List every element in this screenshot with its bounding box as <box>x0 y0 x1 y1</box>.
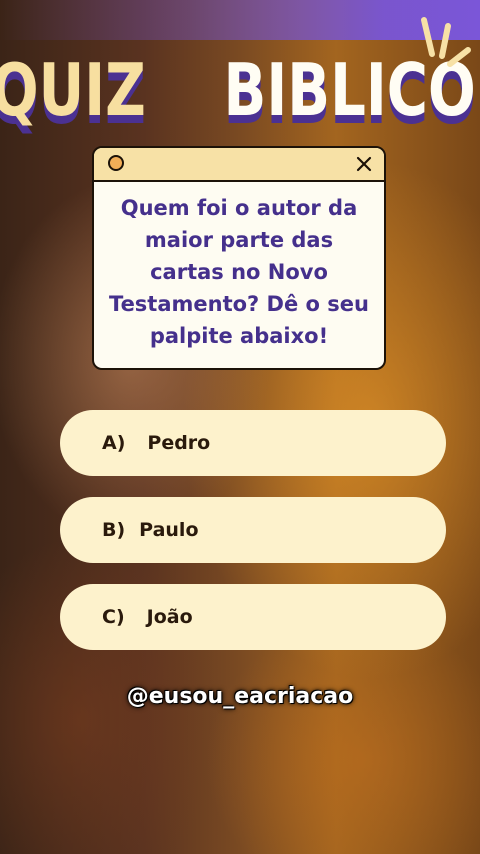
question-card: Quem foi o autor da maior parte das cart… <box>92 146 386 370</box>
option-b[interactable]: B) Paulo <box>60 497 446 563</box>
circle-dot-icon <box>108 155 124 171</box>
option-letter: C) <box>102 606 125 628</box>
option-letter: B) <box>102 519 126 541</box>
option-text: João <box>146 606 193 628</box>
quiz-title: QUIZ BIBLICO <box>0 40 480 140</box>
option-c[interactable]: C) João <box>60 584 446 650</box>
close-icon[interactable] <box>356 156 372 172</box>
title-word-quiz: QUIZ <box>0 48 146 132</box>
author-handle: @eusou_eacriacao <box>126 684 354 709</box>
question-text: Quem foi o autor da maior parte das cart… <box>109 196 369 348</box>
option-letter: A) <box>102 432 126 454</box>
option-a[interactable]: A) Pedro <box>60 410 446 476</box>
background-accent <box>0 0 480 40</box>
card-title-bar <box>94 148 384 182</box>
option-text: Paulo <box>139 519 199 541</box>
sparkle-icon <box>421 17 471 67</box>
option-text: Pedro <box>147 432 211 454</box>
